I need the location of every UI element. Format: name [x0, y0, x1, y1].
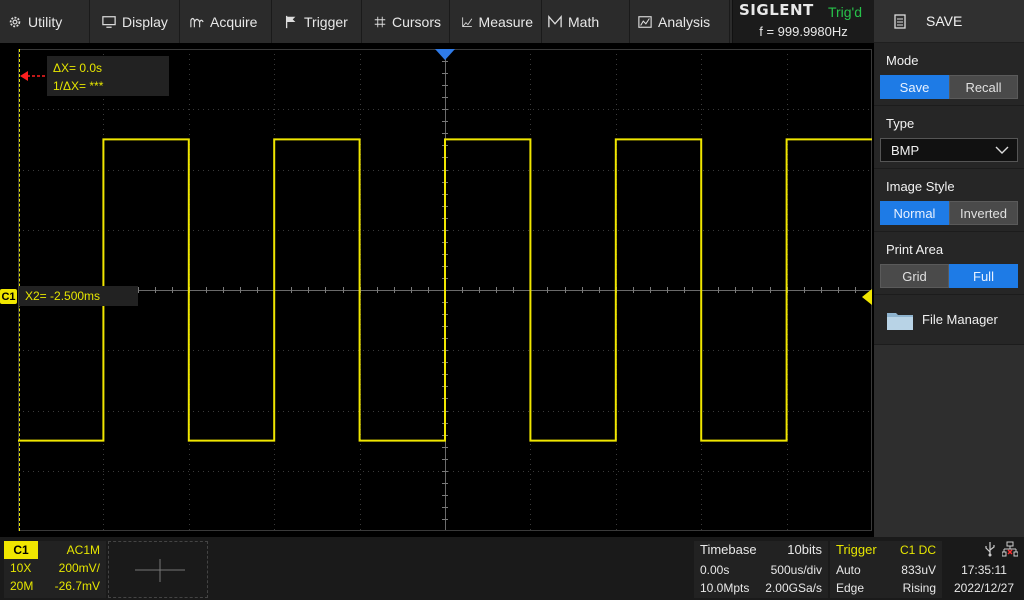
menu-label: Cursors [391, 13, 441, 30]
chevron-down-icon [995, 146, 1009, 154]
save-panel: SAVE Mode Save Recall Type BMP Image Sty… [874, 0, 1024, 537]
file-manager-button[interactable]: File Manager [874, 295, 1024, 345]
channel1-trace [18, 138, 872, 442]
system-status: 17:35:11 2022/12/27 [944, 541, 1024, 598]
math-icon [548, 14, 562, 27]
timebase-label: Timebase [700, 542, 757, 557]
analysis-icon [638, 15, 652, 28]
acquire-icon [190, 17, 204, 27]
menu-analysis[interactable]: Analysis [630, 0, 730, 43]
mode-toggle: Save Recall [880, 75, 1018, 99]
print-area-grid-button[interactable]: Grid [880, 264, 949, 288]
trigger-source: C1 DC [899, 543, 936, 557]
trigger-status: Trig'd [827, 4, 862, 20]
measure-icon [462, 16, 473, 27]
channel1-waveform [18, 138, 872, 442]
network-disconnected-icon [1002, 541, 1018, 557]
menu-trigger[interactable]: Trigger [272, 0, 362, 43]
siglent-logo: SIGLENT [739, 1, 814, 19]
clock-time: 17:35:11 [961, 563, 1007, 577]
menu-label: Utility [28, 13, 63, 30]
print-area-section: Print Area Grid Full [874, 232, 1024, 295]
type-select[interactable]: BMP [880, 138, 1018, 162]
menu-bar: Utility Display Acquire Trigger Cursors … [0, 0, 874, 43]
waveform-display[interactable] [18, 49, 872, 531]
trigger-slope: Rising [902, 581, 936, 595]
crosshair-icon [374, 16, 386, 27]
menu-label: Trigger [304, 13, 348, 30]
mode-section: Mode Save Recall [874, 43, 1024, 106]
add-channel-slot[interactable] [108, 541, 208, 598]
print-area-full-button[interactable]: Full [949, 264, 1018, 288]
inverse-delta-x-readout: 1/ΔX= *** [53, 79, 104, 93]
mode-save-button[interactable]: Save [880, 75, 949, 99]
image-style-label: Image Style [886, 179, 955, 194]
memory-depth: 10.0Mpts [700, 581, 750, 595]
clock-date: 2022/12/27 [953, 581, 1015, 595]
usb-icon [985, 542, 995, 557]
menu-label: Acquire [210, 13, 258, 30]
mode-label: Mode [886, 53, 919, 68]
panel-header: SAVE [874, 0, 1024, 43]
trigger-info[interactable]: Trigger C1 DC Auto 833uV Edge Rising [830, 541, 942, 598]
image-style-normal-button[interactable]: Normal [880, 201, 949, 225]
brand-area: SIGLENT Trig'd f = 999.9980Hz [732, 0, 874, 43]
channel1-offset-marker[interactable]: C1 [0, 289, 17, 304]
type-section: Type BMP [874, 106, 1024, 169]
cursor-x2-box: X2= -2.500ms [19, 286, 138, 306]
folder-icon [887, 312, 913, 330]
menu-utility[interactable]: Utility [0, 0, 90, 43]
sample-rate: 2.00GSa/s [765, 581, 822, 595]
timebase-info[interactable]: Timebase 10bits 0.00s 500us/div 10.0Mpts… [694, 541, 828, 598]
channel1-volts-div: 200mV/ [58, 561, 100, 575]
print-area-label: Print Area [886, 242, 944, 257]
document-icon [894, 13, 906, 29]
image-style-toggle: Normal Inverted [880, 201, 1018, 225]
trigger-type: Edge [836, 581, 865, 595]
menu-label: Analysis [658, 13, 711, 30]
plus-icon [135, 559, 185, 582]
time-per-div: 500us/div [770, 563, 822, 577]
cursor-delta-box: ΔX= 0.0s 1/ΔX= *** [47, 56, 169, 96]
menu-label: Measure [478, 13, 533, 30]
frequency-readout: f = 999.9980Hz [759, 24, 848, 39]
trigger-level-marker [862, 289, 872, 305]
image-style-inverted-button[interactable]: Inverted [949, 201, 1018, 225]
channel1-bandwidth: 20M [10, 579, 34, 593]
flag-icon [285, 15, 296, 28]
menu-display[interactable]: Display [90, 0, 180, 43]
adc-bits: 10bits [787, 542, 822, 557]
status-bar: C1 AC1M 10X 200mV/ 20M -26.7mV Timebase … [0, 537, 1024, 600]
channel1-info[interactable]: C1 AC1M 10X 200mV/ 20M -26.7mV [4, 541, 106, 598]
monitor-icon [102, 15, 116, 28]
type-value: BMP [891, 142, 920, 158]
x2-readout: X2= -2.500ms [25, 289, 101, 303]
image-style-section: Image Style Normal Inverted [874, 169, 1024, 232]
channel1-probe: 10X [10, 561, 32, 575]
print-area-toggle: Grid Full [880, 264, 1018, 288]
trigger-mode: Auto [836, 563, 861, 577]
timebase-delay: 0.00s [700, 563, 730, 577]
type-label: Type [886, 116, 915, 131]
trigger-label: Trigger [836, 542, 877, 557]
channel1-coupling: AC1M [66, 543, 100, 557]
menu-acquire[interactable]: Acquire [180, 0, 272, 43]
channel1-badge: C1 [4, 541, 38, 559]
delta-x-readout: ΔX= 0.0s [53, 61, 103, 75]
menu-label: Math [568, 13, 600, 30]
mode-recall-button[interactable]: Recall [949, 75, 1018, 99]
cursor-arrow-icon [20, 71, 50, 81]
channel1-offset: -26.7mV [54, 579, 100, 593]
menu-math[interactable]: Math [542, 0, 630, 43]
panel-title: SAVE [926, 13, 963, 29]
trigger-level: 833uV [901, 563, 936, 577]
gear-icon [9, 16, 21, 27]
file-manager-label: File Manager [922, 312, 998, 327]
menu-label: Display [122, 13, 168, 30]
menu-cursors[interactable]: Cursors [362, 0, 450, 43]
trigger-position-marker [435, 49, 455, 60]
menu-measure[interactable]: Measure [450, 0, 542, 43]
